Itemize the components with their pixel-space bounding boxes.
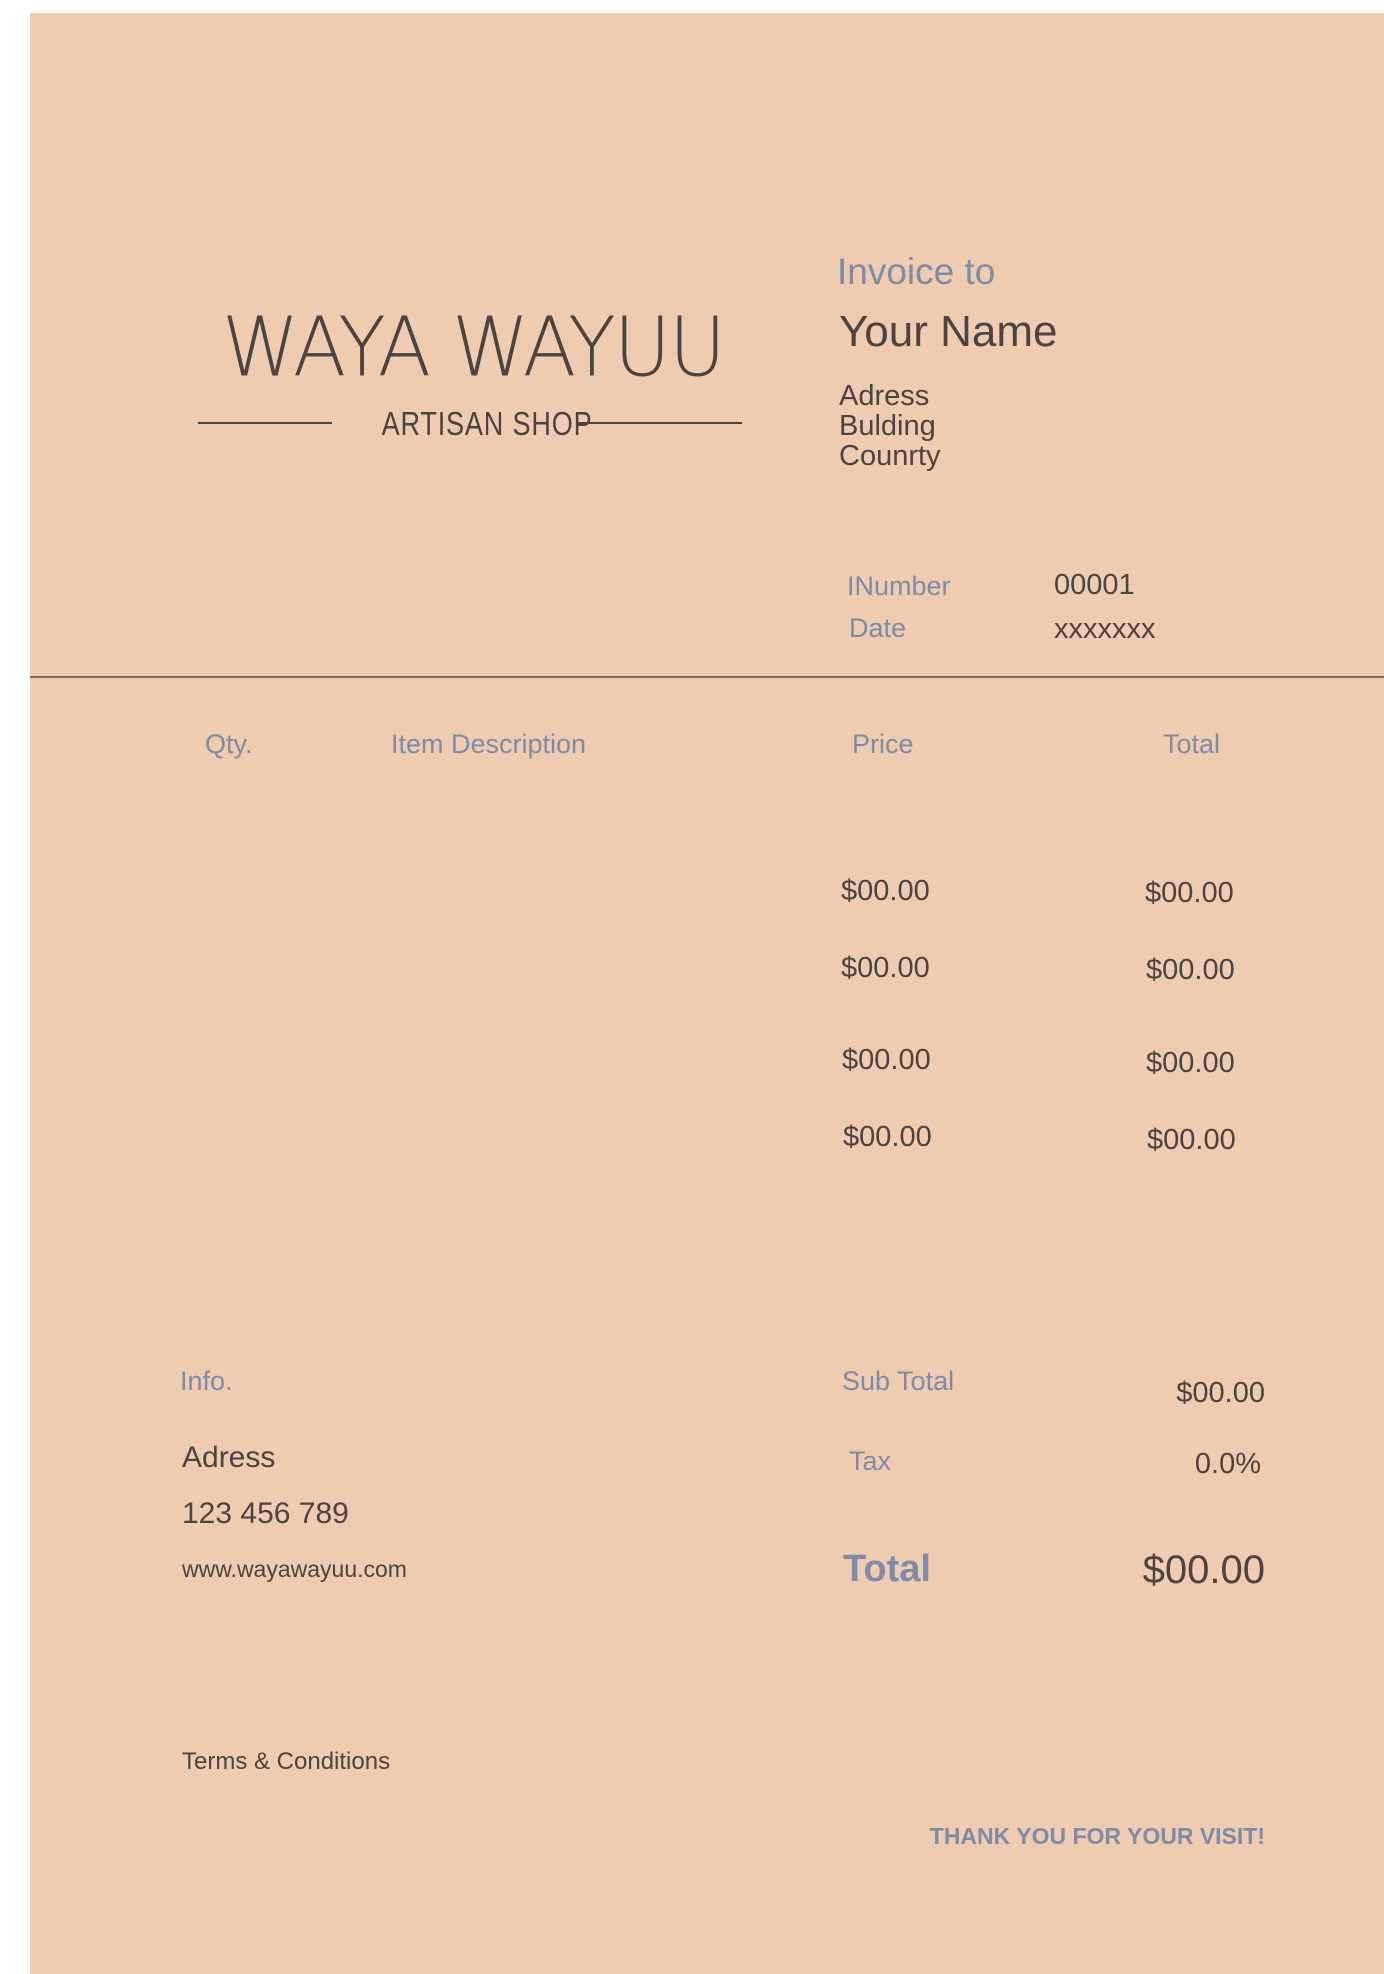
info-label: Info. [180,1366,233,1396]
thank-you-message: THANK YOU FOR YOUR VISIT! [929,1823,1265,1849]
logo-brand: WAYA WAYUU [222,300,726,396]
customer-name: Your Name [839,307,1058,356]
info-website[interactable]: www.wayawayuu.com [182,1556,407,1583]
row-total: $00.00 [1146,1047,1235,1079]
col-header-description: Item Description [391,729,587,759]
row-price: $00.00 [841,875,930,907]
row-total: $00.00 [1145,877,1234,909]
header-divider [30,676,1384,678]
customer-address: Adress Bulding Counrty [839,381,941,471]
terms-and-conditions[interactable]: Terms & Conditions [182,1748,390,1776]
row-price: $00.00 [843,1121,932,1153]
info-phone: 123 456 789 [182,1497,349,1530]
subtotal-value: $00.00 [1176,1377,1265,1409]
row-total: $00.00 [1147,1124,1236,1156]
col-header-price: Price [852,729,914,759]
col-header-total: Total [1163,729,1221,759]
row-price: $00.00 [841,952,930,984]
invoice-date-label: Date [849,613,907,643]
col-header-qty: Qty. [205,729,253,759]
total-value: $00.00 [1142,1548,1265,1592]
logo-rule-left [198,422,332,424]
logo-rule-right [578,422,742,424]
info-address: Adress [182,1441,276,1474]
address-line: Bulding [839,410,936,442]
tax-value: 0.0% [1194,1448,1261,1480]
row-total: $00.00 [1146,954,1235,986]
address-line: Counrty [839,440,941,472]
row-price: $00.00 [842,1044,931,1076]
invoice-to-label: Invoice to [837,251,996,292]
subtotal-label: Sub Total [842,1366,955,1396]
invoice-number-label: INumber [847,571,951,601]
invoice-number-value: 00001 [1054,569,1135,601]
tax-label: Tax [849,1446,892,1476]
address-line: Adress [839,380,930,412]
logo-tagline: ARTISAN SHOP [381,405,593,442]
invoice-page: WAYA WAYUU ARTISAN SHOP Invoice to Your … [30,13,1384,1974]
invoice-date-value: xxxxxxx [1054,613,1156,645]
total-label: Total [843,1548,931,1590]
